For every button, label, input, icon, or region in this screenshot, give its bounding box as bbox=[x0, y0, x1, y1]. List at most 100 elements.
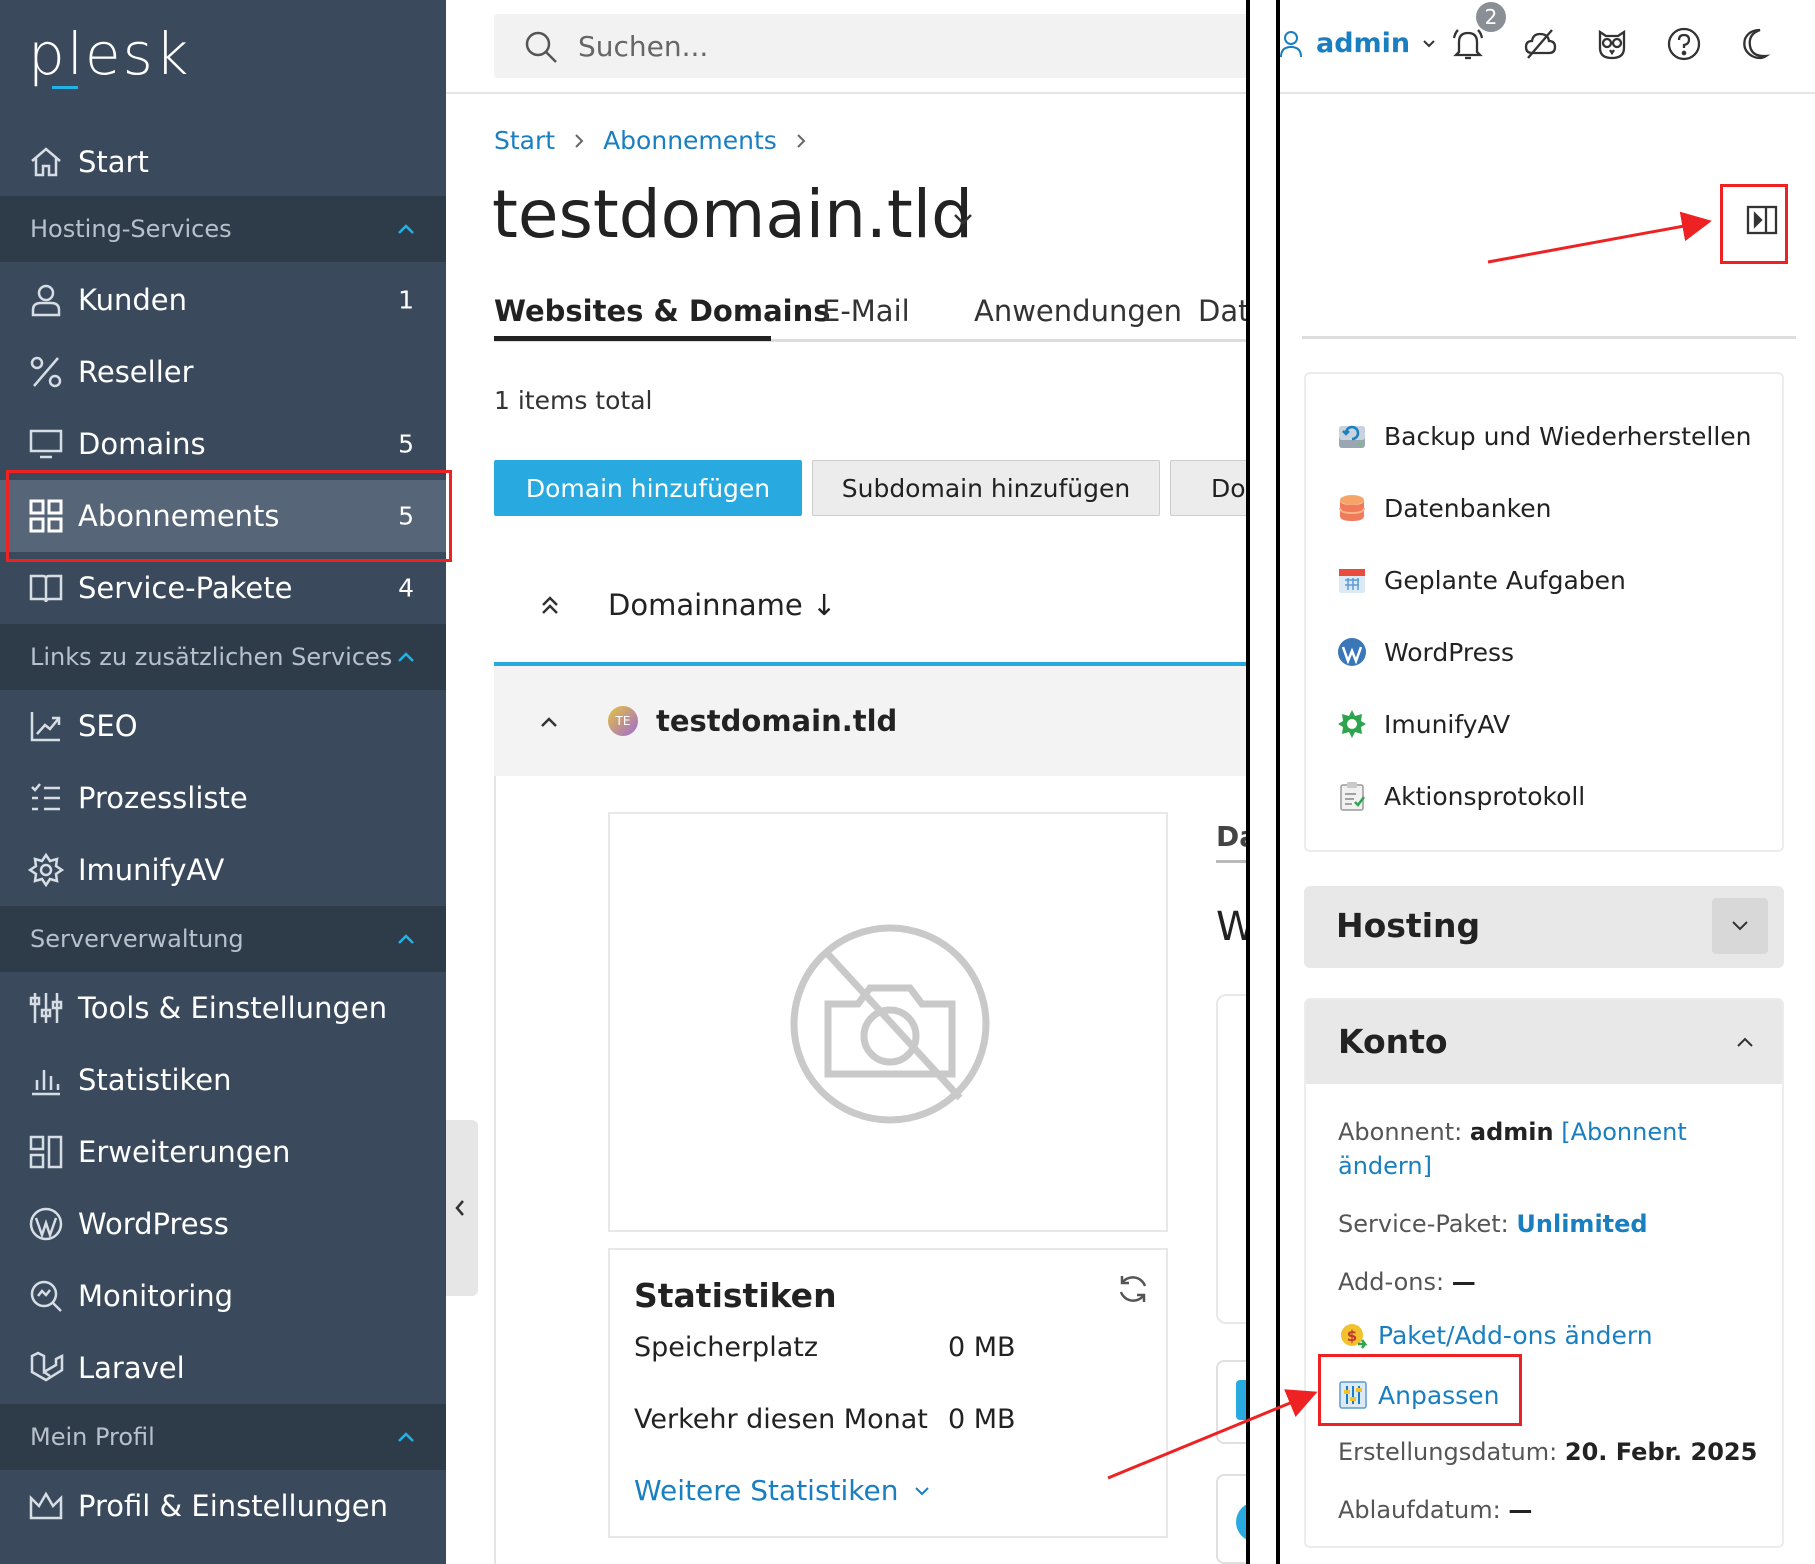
sidebar-item-statistiken[interactable]: Statistiken bbox=[0, 1044, 446, 1116]
sidebar-item-tools[interactable]: Tools & Einstellungen bbox=[0, 972, 446, 1044]
sidebar-group-label: Serververwaltung bbox=[30, 925, 244, 953]
tool-datenbanken[interactable]: Datenbanken bbox=[1336, 486, 1551, 530]
sidebar-item-profil[interactable]: Profil & Einstellungen bbox=[0, 1470, 446, 1542]
calendar-icon bbox=[1339, 569, 1365, 593]
partial-button[interactable]: Dor bbox=[1170, 460, 1250, 516]
sidebar-item-kunden[interactable]: Kunden 1 bbox=[0, 264, 446, 336]
sidebar-item-label: Start bbox=[78, 145, 149, 179]
imunify-icon bbox=[28, 852, 64, 888]
sidebar-group-links[interactable]: Links zu zusätzlichen Services bbox=[0, 624, 446, 690]
collapse-all-icon[interactable] bbox=[540, 594, 560, 616]
user-menu[interactable]: admin bbox=[1280, 28, 1436, 59]
breadcrumb-start[interactable]: Start bbox=[494, 126, 555, 155]
sidebar-group-hosting[interactable]: Hosting-Services bbox=[0, 196, 446, 262]
sidebar-item-laravel[interactable]: Laravel bbox=[0, 1332, 446, 1404]
sidebar-item-label: WordPress bbox=[78, 1207, 229, 1241]
refresh-icon[interactable] bbox=[1116, 1272, 1150, 1306]
sidebar-group-server[interactable]: Serververwaltung bbox=[0, 906, 446, 972]
change-subscriber-link-2[interactable]: ändern] bbox=[1338, 1152, 1432, 1180]
tab-email[interactable]: E-Mail bbox=[822, 294, 910, 328]
help-icon[interactable] bbox=[1666, 26, 1702, 62]
highlight-box bbox=[6, 470, 452, 562]
statistics-title: Statistiken bbox=[634, 1276, 837, 1315]
sidebar-item-prozessliste[interactable]: Prozessliste bbox=[0, 762, 446, 834]
tab-bar: Websites & Domains E-Mail Anwendungen Da… bbox=[494, 290, 1284, 342]
sidebar-item-wordpress[interactable]: WordPress bbox=[0, 1188, 446, 1260]
database-icon bbox=[1339, 495, 1365, 521]
change-subscriber-link[interactable]: [Abonnent bbox=[1561, 1118, 1687, 1146]
search-input[interactable]: Suchen... bbox=[494, 14, 1284, 78]
monitoring-icon bbox=[30, 1280, 62, 1312]
moon-icon[interactable] bbox=[1738, 26, 1774, 62]
chevron-down-icon bbox=[1732, 921, 1748, 931]
sidebar-item-label: Erweiterungen bbox=[78, 1135, 291, 1169]
laravel-icon bbox=[30, 1351, 64, 1382]
owl-icon[interactable] bbox=[1594, 26, 1630, 62]
package-change-icon: $ bbox=[1341, 1324, 1368, 1349]
sidebar-collapse-button[interactable] bbox=[446, 1120, 478, 1296]
sidebar-item-seo[interactable]: SEO bbox=[0, 690, 446, 762]
service-paket-label: Service-Paket: bbox=[1338, 1210, 1509, 1238]
extensions-icon bbox=[29, 1135, 63, 1169]
page-title: testdomain.tld bbox=[492, 176, 974, 253]
chevron-up-icon bbox=[398, 934, 414, 944]
domain-avatar: TE bbox=[608, 706, 638, 736]
logo-underline bbox=[52, 86, 78, 89]
sidebar-item-reseller[interactable]: Reseller bbox=[0, 336, 446, 408]
sidebar-item-monitoring[interactable]: Monitoring bbox=[0, 1260, 446, 1332]
sidebar-item-label: Tools & Einstellungen bbox=[78, 991, 388, 1025]
chevron-down-icon[interactable] bbox=[952, 212, 974, 226]
tool-aktionsprotokoll[interactable]: Aktionsprotokoll bbox=[1336, 774, 1585, 818]
tool-backup-label: Backup und Wiederherstellen bbox=[1384, 421, 1752, 451]
cloud-off-icon[interactable] bbox=[1522, 26, 1558, 62]
tool-backup[interactable]: Backup und Wiederherstellen bbox=[1336, 414, 1752, 458]
sidebar: plesk Start Hosting-Services Kunden 1 Re… bbox=[0, 0, 446, 1564]
sidebar-group-label: Mein Profil bbox=[30, 1423, 155, 1451]
book-icon bbox=[29, 574, 63, 603]
search-icon bbox=[525, 31, 557, 63]
sidebar-item-erweiterungen[interactable]: Erweiterungen bbox=[0, 1116, 446, 1188]
add-subdomain-button[interactable]: Subdomain hinzufügen bbox=[812, 460, 1160, 516]
sidebar-item-count: 1 bbox=[398, 285, 414, 315]
ablaufdatum-value: — bbox=[1508, 1496, 1533, 1524]
add-domain-button[interactable]: Domain hinzufügen bbox=[494, 460, 802, 516]
more-statistics-link[interactable]: Weitere Statistiken bbox=[634, 1474, 930, 1507]
no-camera-icon bbox=[790, 924, 990, 1124]
column-header-domainname[interactable]: Domainname ↓ bbox=[608, 588, 836, 622]
domain-row[interactable]: TE testdomain.tld bbox=[494, 662, 1294, 776]
tool-imunifyav[interactable]: ImunifyAV bbox=[1336, 702, 1510, 746]
sidebar-item-start[interactable]: Start bbox=[0, 126, 446, 198]
highlight-box bbox=[1318, 1354, 1522, 1426]
change-package-link[interactable]: $ Paket/Add-ons ändern bbox=[1338, 1320, 1653, 1350]
svg-text:$: $ bbox=[1347, 1327, 1357, 1345]
sidebar-item-label: Kunden bbox=[78, 283, 187, 317]
breadcrumb-abonnements[interactable]: Abonnements bbox=[603, 126, 777, 155]
site-preview bbox=[608, 812, 1168, 1232]
items-total: 1 items total bbox=[494, 386, 653, 415]
statistics-card: Statistiken Speicherplatz 0 MB Verkehr d… bbox=[608, 1248, 1168, 1538]
sidebar-item-imunifyav[interactable]: ImunifyAV bbox=[0, 834, 446, 906]
service-paket-link[interactable]: Unlimited bbox=[1516, 1210, 1647, 1238]
user-icon bbox=[1280, 30, 1302, 57]
abonnent-value: admin bbox=[1469, 1118, 1554, 1146]
tool-geplante-aufgaben[interactable]: Geplante Aufgaben bbox=[1336, 558, 1626, 602]
konto-section: Konto Abonnent: admin [Abonnent ändern] … bbox=[1304, 998, 1784, 1548]
traffic-value: 0 MB bbox=[948, 1404, 1016, 1435]
domain-name[interactable]: testdomain.tld bbox=[656, 704, 897, 738]
tool-wordpress[interactable]: WordPress bbox=[1336, 630, 1514, 674]
sidebar-item-count: 4 bbox=[398, 573, 414, 603]
sidebar-item-service-pakete[interactable]: Service-Pakete 4 bbox=[0, 552, 446, 624]
erstellungsdatum-line: Erstellungsdatum: 20. Febr. 2025 bbox=[1338, 1438, 1757, 1466]
tab-anwendungen[interactable]: Anwendungen bbox=[974, 294, 1182, 328]
tab-websites-domains[interactable]: Websites & Domains bbox=[494, 294, 831, 328]
plesk-logo[interactable]: plesk bbox=[28, 20, 190, 88]
clipboard-icon bbox=[1340, 782, 1365, 811]
hosting-expand-button[interactable] bbox=[1712, 898, 1768, 954]
sidebar-group-profile[interactable]: Mein Profil bbox=[0, 1404, 446, 1470]
hosting-section[interactable]: Hosting bbox=[1304, 886, 1784, 968]
chevron-down-icon bbox=[1423, 39, 1435, 47]
bell-icon[interactable] bbox=[1450, 26, 1486, 62]
ablaufdatum-line: Ablaufdatum: — bbox=[1338, 1496, 1532, 1524]
konto-header[interactable]: Konto bbox=[1306, 1000, 1782, 1084]
chevron-up-icon[interactable] bbox=[540, 716, 558, 728]
